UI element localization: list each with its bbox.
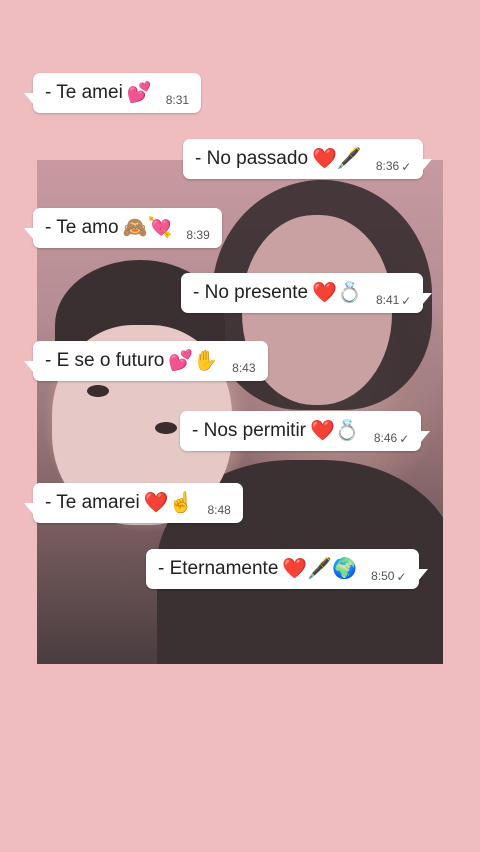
emoji: 🙈💘: [122, 217, 173, 239]
message-bubble[interactable]: - E se o futuro 💕✋ 8:43: [24, 341, 268, 381]
message-text: - No presente: [193, 282, 309, 303]
sent-check-icon: ✓: [401, 294, 412, 308]
message-time: 8:41: [375, 293, 400, 307]
message-text: - Eternamente: [158, 558, 279, 579]
message-text: - No passado: [195, 148, 309, 169]
emoji: 💕: [126, 82, 152, 104]
message-bubble[interactable]: - Nos permitir ❤️💍 8:46 ✓: [180, 411, 431, 451]
sent-check-icon: ✓: [396, 570, 407, 584]
sent-check-icon: ✓: [399, 432, 410, 446]
message-bubble[interactable]: - No passado ❤️🖋️ 8:36 ✓: [183, 139, 433, 179]
message-bubble[interactable]: - Te amei 💕 8:31: [23, 73, 202, 113]
message-time: 8:31: [165, 93, 190, 107]
message-text: - Te amo: [45, 217, 119, 238]
message-bubble[interactable]: - Te amarei ❤️☝️ 8:48: [24, 483, 243, 523]
message-bubble[interactable]: - No presente ❤️💍 8:41 ✓: [181, 273, 433, 313]
message-time: 8:39: [186, 228, 210, 242]
message-time: 8:46: [373, 431, 398, 445]
emoji: 💕✋: [168, 350, 219, 372]
emoji: ❤️🖋️: [312, 148, 362, 170]
emoji: ❤️🖋️🌍: [282, 558, 358, 580]
message-time: 8:50: [371, 569, 395, 583]
message-text: - Te amarei: [45, 492, 140, 513]
message-bubble[interactable]: - Te amo 🙈💘 8:39: [24, 208, 222, 248]
photo-eye: [87, 385, 109, 397]
photo-eye: [155, 422, 177, 434]
message-text: - Nos permitir: [192, 420, 307, 441]
message-time: 8:36: [375, 159, 400, 173]
message-time: 8:43: [232, 361, 256, 375]
message-time: 8:48: [207, 503, 231, 517]
emoji: ❤️💍: [310, 420, 360, 442]
sent-check-icon: ✓: [401, 160, 412, 174]
message-text: - Te amei: [45, 82, 123, 103]
message-text: - E se o futuro: [45, 350, 165, 371]
message-bubble[interactable]: - Eternamente ❤️🖋️🌍 8:50 ✓: [146, 549, 428, 589]
emoji: ❤️💍: [312, 282, 362, 304]
emoji: ❤️☝️: [143, 492, 194, 514]
